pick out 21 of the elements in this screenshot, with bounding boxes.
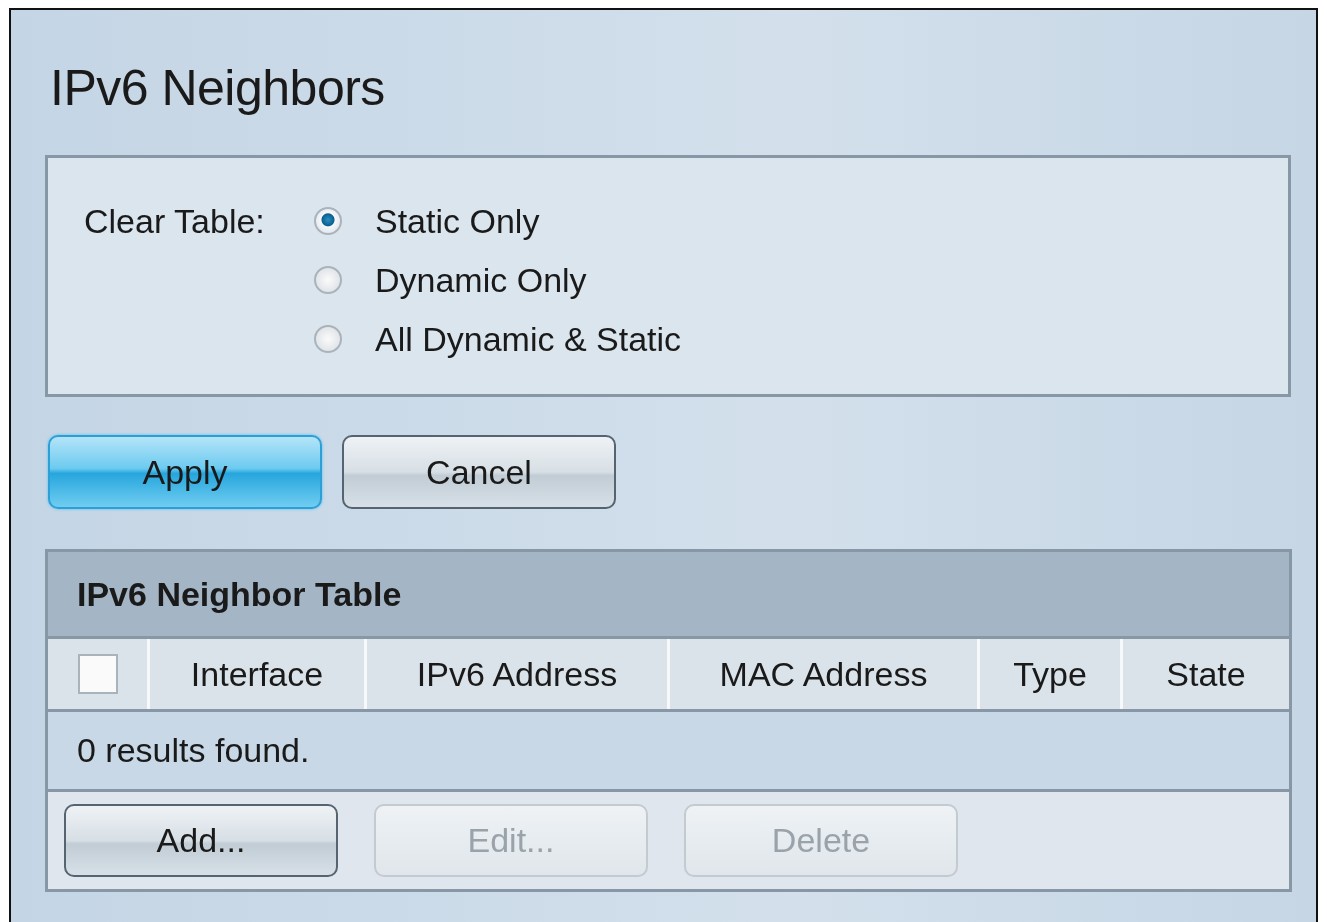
column-header: Type <box>980 639 1123 709</box>
results-message: 0 results found. <box>77 731 310 770</box>
column-header: Interface <box>150 639 367 709</box>
page-title: IPv6 Neighbors <box>49 59 386 118</box>
radio-option[interactable]: All Dynamic & Static <box>314 316 682 362</box>
column-header: State <box>1165 653 1247 695</box>
radio-button[interactable] <box>314 207 342 235</box>
apply-button[interactable]: Apply <box>48 435 322 509</box>
table-button: Edit... <box>374 804 648 877</box>
table-title: IPv6 Neighbor Table <box>48 552 1289 639</box>
radio-option[interactable]: Static Only <box>314 198 682 244</box>
table-button[interactable]: Add... <box>64 804 338 877</box>
radio-button[interactable] <box>314 266 342 294</box>
column-header: IPv6 Address <box>367 639 670 709</box>
radio-button[interactable] <box>314 325 342 353</box>
table-button: Delete <box>684 804 958 877</box>
field-label: Clear Table: <box>84 201 266 242</box>
column-header: MAC Address <box>670 639 980 709</box>
cancel-button[interactable]: Cancel <box>342 435 616 509</box>
radio-option[interactable]: Dynamic Only <box>314 257 682 303</box>
select-all-checkbox[interactable] <box>77 654 118 694</box>
